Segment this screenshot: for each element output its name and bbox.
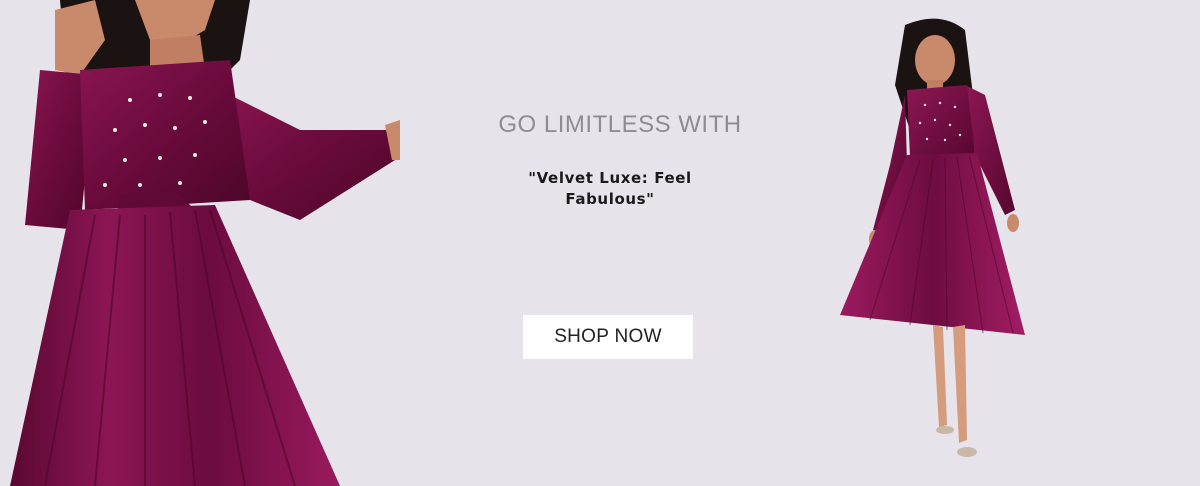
model-closeup-photo: [0, 0, 400, 486]
model-full-length-photo: [835, 15, 1035, 485]
hero-banner[interactable]: GO LIMITLESS WITH "Velvet Luxe: Feel Fab…: [0, 0, 1200, 486]
shop-now-button[interactable]: SHOP NOW: [523, 315, 693, 359]
tagline: "Velvet Luxe: Feel Fabulous": [528, 169, 692, 208]
headline: GO LIMITLESS WITH: [498, 111, 742, 138]
